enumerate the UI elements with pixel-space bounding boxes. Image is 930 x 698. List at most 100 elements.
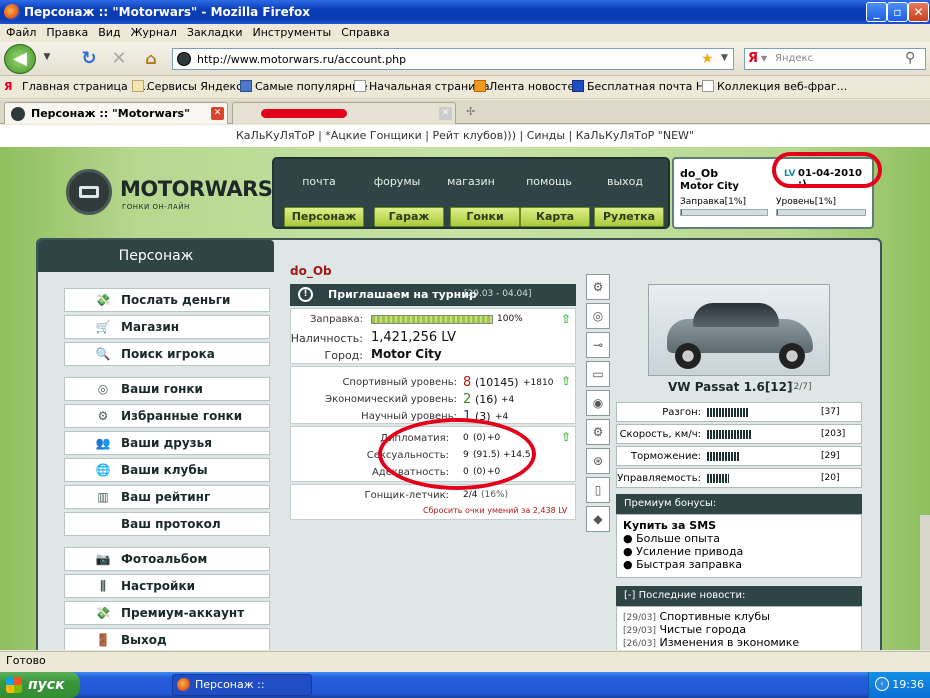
restore-button[interactable]: ▫ bbox=[887, 2, 908, 22]
menu-edit[interactable]: Правка bbox=[46, 24, 88, 42]
news-item[interactable]: [26/03] Изменения в экономике bbox=[623, 636, 799, 649]
sidebar-your-races[interactable]: ◎ Ваши гонки bbox=[64, 377, 270, 401]
tab-inactive[interactable]: ✕ bbox=[232, 102, 456, 124]
bookmark-yandex-home[interactable]: Главная страница Я... bbox=[22, 80, 149, 93]
menu-bookmarks[interactable]: Закладки bbox=[187, 24, 243, 42]
tab-active[interactable]: Персонаж :: "Motorwars" ✕ bbox=[4, 102, 228, 124]
sidebar-favorite-races[interactable]: ⚙ Избранные гонки bbox=[64, 404, 270, 428]
url-dropdown-icon[interactable]: ▼ bbox=[721, 53, 728, 63]
part-brake-icon[interactable]: ◉ bbox=[586, 390, 610, 416]
bookmark-web-slices[interactable]: Коллекция веб-фраг... bbox=[702, 80, 847, 93]
menu-help[interactable]: Справка bbox=[341, 24, 389, 42]
url-bar[interactable]: http://www.motorwars.ru/account.php ★ ▼ bbox=[172, 48, 734, 70]
nav-help[interactable]: помощь bbox=[514, 175, 584, 188]
reload-icon[interactable]: ↻ bbox=[78, 48, 100, 70]
btn-races[interactable]: Гонки bbox=[450, 207, 520, 227]
home-icon[interactable]: ⌂ bbox=[140, 48, 162, 70]
car-image[interactable] bbox=[648, 284, 830, 376]
site-logo[interactable]: MOTORWARS.RU ГОНКИ ОН-ЛАЙН bbox=[66, 167, 313, 217]
new-tab-icon[interactable]: ✢ bbox=[466, 105, 475, 118]
sidebar-premium[interactable]: 💸 Премиум-аккаунт bbox=[64, 601, 270, 625]
menu-history[interactable]: Журнал bbox=[131, 24, 177, 42]
bookmark-free-mail[interactable]: Бесплатная почта Н... bbox=[572, 80, 715, 93]
sidebar-photo-album[interactable]: 📷 Фотоальбом bbox=[64, 547, 270, 571]
bookmark-start-page[interactable]: Начальная страница bbox=[354, 80, 490, 93]
btn-character[interactable]: Персонаж bbox=[284, 207, 364, 227]
premium-header: Премиум бонусы: bbox=[616, 494, 862, 514]
window-title: Персонаж :: "Motorwars" - Mozilla Firefo… bbox=[24, 5, 310, 19]
sidebar-clubs[interactable]: 🌐 Ваши клубы bbox=[64, 458, 270, 482]
bookmark-yandex-services[interactable]: Сервисы Яндекса bbox=[132, 80, 249, 93]
back-icon[interactable]: ◀ bbox=[4, 44, 36, 74]
menu-tools[interactable]: Инструменты bbox=[253, 24, 332, 42]
start-button[interactable]: пуск bbox=[0, 672, 80, 698]
info-panel: Заправка: 100% ⇧ Наличность: 1,421,256 L… bbox=[290, 308, 576, 364]
stop-icon[interactable]: ✕ bbox=[108, 48, 130, 70]
news-item[interactable]: [29/03] Спортивные клубы bbox=[623, 610, 770, 623]
bookmark-news-feed[interactable]: Лента новостей bbox=[474, 80, 581, 93]
taskbar-firefox-item[interactable]: Персонаж :: "Motorw... bbox=[172, 674, 312, 696]
racer-value: 2/4 bbox=[463, 490, 478, 500]
minimize-button[interactable]: _ bbox=[866, 2, 887, 22]
part-plate-icon[interactable]: ◆ bbox=[586, 506, 610, 532]
nav-forums[interactable]: форумы bbox=[362, 175, 432, 188]
sidebar-find-player[interactable]: 🔍 Поиск игрока bbox=[64, 342, 270, 366]
search-engine-dropdown-icon[interactable]: ▼ bbox=[761, 54, 767, 63]
stat-handling: Управляемость: [20] bbox=[616, 468, 862, 488]
user-name[interactable]: do_Ob bbox=[680, 167, 718, 180]
btn-garage[interactable]: Гараж bbox=[374, 207, 444, 227]
level-up-arrow-icon[interactable]: ⇧ bbox=[561, 375, 574, 387]
fuel-label: Заправка[1%] bbox=[680, 197, 746, 207]
reset-skills-link[interactable]: Сбросить очки умений за 2,438 LV bbox=[423, 506, 567, 515]
premium-title[interactable]: Купить за SMS bbox=[623, 519, 716, 532]
sidebar-rating[interactable]: ▥ Ваш рейтинг bbox=[64, 485, 270, 509]
btn-roulette[interactable]: Рулетка bbox=[594, 207, 664, 227]
tray-arrow-icon[interactable]: ‹ bbox=[875, 677, 889, 691]
search-icon[interactable]: ⚲ bbox=[905, 50, 915, 66]
sidebar-shop[interactable]: 🛒 Магазин bbox=[64, 315, 270, 339]
btn-map[interactable]: Карта bbox=[520, 207, 590, 227]
part-phone-icon[interactable]: ▯ bbox=[586, 477, 610, 503]
part-pipe-icon[interactable]: ⊸ bbox=[586, 332, 610, 358]
menu-view[interactable]: Вид bbox=[98, 24, 120, 42]
stat-value: [203] bbox=[821, 429, 846, 439]
logo-icon bbox=[66, 169, 112, 215]
nav-mail[interactable]: почта bbox=[284, 175, 354, 188]
tab-close-icon[interactable]: ✕ bbox=[439, 107, 452, 120]
fuel-up-arrow-icon[interactable]: ⇧ bbox=[561, 313, 574, 325]
tournament-banner[interactable]: ! Приглашаем на турнир [29.03 - 04.04] bbox=[290, 284, 576, 306]
nav-shop[interactable]: магазин bbox=[436, 175, 506, 188]
part-exhaust-icon[interactable]: ⚙ bbox=[586, 274, 610, 300]
history-dropdown-icon[interactable]: ▼ bbox=[38, 52, 56, 68]
sidebar-protocol[interactable]: Ваш протокол bbox=[64, 512, 270, 536]
top-links[interactable]: КаЛьКуЛяТоР | *Ацкие Гонщики | Рейт клуб… bbox=[0, 125, 930, 147]
site-favicon-icon bbox=[177, 52, 191, 66]
sidebar-send-money[interactable]: 💸 Послать деньги bbox=[64, 288, 270, 312]
car-name: VW Passat 1.6[12] bbox=[668, 380, 793, 394]
close-button[interactable]: ✕ bbox=[908, 2, 929, 22]
bookmark-most-popular[interactable]: Самые популярные bbox=[240, 80, 368, 93]
part-tire-icon[interactable]: ◎ bbox=[586, 303, 610, 329]
status-text: Готово bbox=[6, 654, 46, 667]
cash-value: 1,421,256 LV bbox=[371, 330, 457, 345]
sidebar-settings[interactable]: ⫼ Настройки bbox=[64, 574, 270, 598]
search-input[interactable]: Я ▼ Яндекс ⚲ bbox=[744, 48, 926, 70]
level-econ-extra: (16) bbox=[475, 393, 498, 406]
sidebar-exit[interactable]: 🚪 Выход bbox=[64, 628, 270, 650]
sidebar-friends[interactable]: 👥 Ваши друзья bbox=[64, 431, 270, 455]
scrollbar[interactable] bbox=[920, 515, 930, 650]
steering-wheel-icon: ◎ bbox=[97, 382, 109, 396]
news-header[interactable]: [-] Последние новости: bbox=[616, 586, 862, 606]
news-item[interactable]: [29/03] Чистые города bbox=[623, 623, 746, 636]
premium-item: ● Быстрая заправка bbox=[623, 558, 743, 571]
menu-file[interactable]: Файл bbox=[6, 24, 36, 42]
bookmark-star-icon[interactable]: ★ bbox=[701, 51, 714, 67]
part-gearbox-icon[interactable]: ⊛ bbox=[586, 448, 610, 474]
tab-close-icon[interactable]: ✕ bbox=[211, 107, 224, 120]
skill-up-arrow-icon[interactable]: ⇧ bbox=[561, 431, 574, 443]
nav-exit[interactable]: выход bbox=[590, 175, 660, 188]
part-body-icon[interactable]: ▭ bbox=[586, 361, 610, 387]
user-city: Motor City bbox=[680, 181, 739, 192]
stat-value: [20] bbox=[821, 473, 840, 483]
part-engine-icon[interactable]: ⚙ bbox=[586, 419, 610, 445]
